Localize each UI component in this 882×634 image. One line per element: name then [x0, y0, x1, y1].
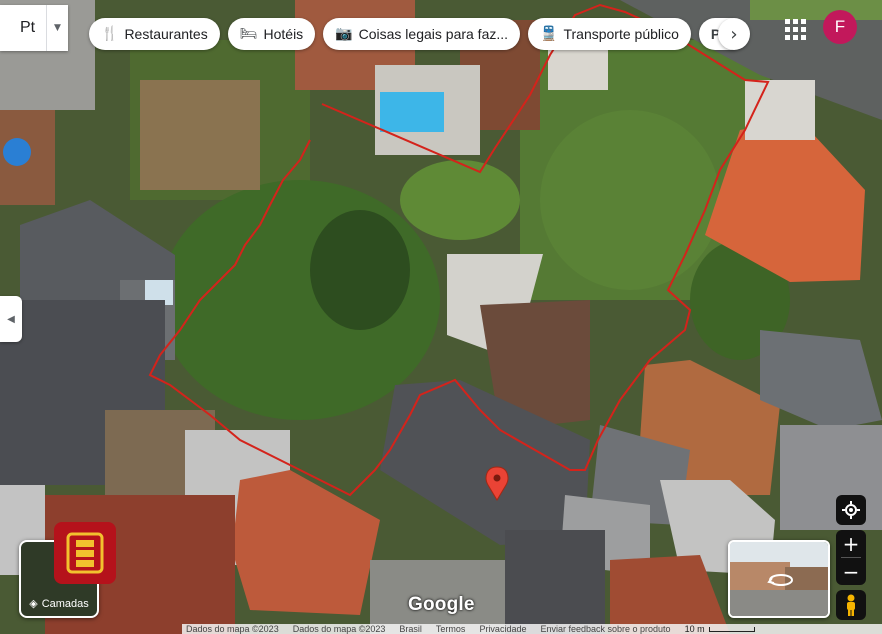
- feedback-link[interactable]: Enviar feedback sobre o produto: [540, 624, 670, 634]
- privacy-link[interactable]: Privacidade: [479, 624, 526, 634]
- avatar[interactable]: F: [823, 10, 857, 44]
- chip-label: Coisas legais para faz...: [358, 26, 509, 42]
- fork-knife-icon: 🍴: [101, 26, 119, 42]
- chip-things-to-do[interactable]: 📷 Coisas legais para faz...: [323, 18, 521, 50]
- chip-hotels[interactable]: 🛏 Hotéis: [227, 18, 316, 50]
- category-chips: 🍴 Restaurantes 🛏 Hotéis 📷 Coisas legais …: [89, 18, 747, 50]
- chip-label: Restaurantes: [124, 26, 208, 42]
- creci-watermark-text: [18, 526, 30, 586]
- camera-icon: 📷: [335, 26, 353, 42]
- google-logo: Google: [408, 594, 475, 615]
- chevron-right-icon[interactable]: ›: [718, 18, 750, 50]
- country-link[interactable]: Brasil: [399, 624, 422, 634]
- layers-label: Camadas: [41, 597, 89, 610]
- chip-label: Hotéis: [263, 26, 304, 42]
- attribution-text: Dados do mapa ©2023: [186, 624, 279, 634]
- bed-icon: 🛏: [239, 26, 258, 42]
- pegman-icon[interactable]: [836, 590, 866, 620]
- layers-icon: ◈: [29, 597, 38, 610]
- train-icon: 🚆: [540, 26, 558, 42]
- search-input[interactable]: Pt ▼: [0, 5, 68, 51]
- attribution-text-2: Dados do mapa ©2023: [292, 624, 386, 634]
- zoom-out-button[interactable]: −: [836, 558, 866, 585]
- chevron-left-icon: ◀: [7, 313, 15, 325]
- creci-logo: [54, 522, 116, 584]
- zoom-in-button[interactable]: +: [836, 530, 866, 557]
- chip-label: Transporte público: [563, 26, 679, 42]
- chip-transit[interactable]: 🚆 Transporte público: [528, 18, 691, 50]
- terms-link[interactable]: Termos: [436, 624, 466, 634]
- search-value: Pt: [20, 19, 36, 36]
- dropdown-caret-icon[interactable]: ▼: [46, 5, 68, 51]
- scale-bar[interactable]: 10 m: [685, 624, 755, 634]
- chip-restaurants[interactable]: 🍴 Restaurantes: [89, 18, 220, 50]
- satellite-map[interactable]: [0, 0, 882, 634]
- zoom-controls: + −: [836, 530, 866, 585]
- my-location-icon[interactable]: [836, 495, 866, 525]
- collapse-panel-button[interactable]: ◀: [0, 296, 22, 342]
- apps-grid-icon[interactable]: [780, 13, 810, 43]
- street-view-thumbnail[interactable]: [728, 540, 830, 618]
- scale-label: 10 m: [684, 624, 705, 634]
- map-footer: Dados do mapa ©2023 Dados do mapa ©2023 …: [182, 624, 882, 634]
